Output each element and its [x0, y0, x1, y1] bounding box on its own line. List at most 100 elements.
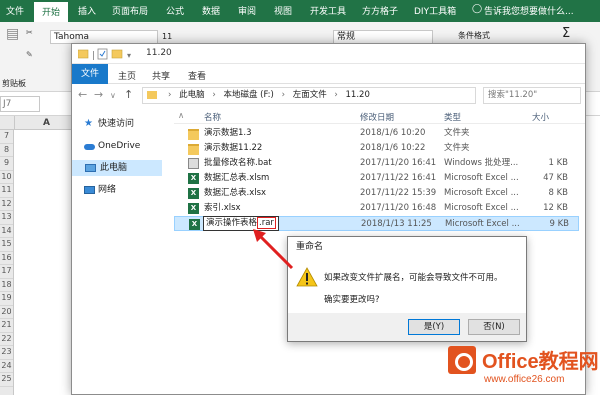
excel-tab-data[interactable]: 数据	[202, 4, 220, 17]
excel-tab-diy[interactable]: DIY工具箱	[414, 4, 456, 17]
column-header-type[interactable]: 类型	[444, 111, 461, 123]
font-name-box[interactable]: Tahoma	[50, 30, 158, 44]
explorer-tab-file[interactable]: 文件	[72, 64, 108, 84]
row-number[interactable]: 20	[0, 306, 13, 319]
file-type: 文件夹	[444, 143, 470, 153]
nav-item-label: OneDrive	[98, 141, 141, 151]
yes-button[interactable]: 是(Y)	[408, 319, 460, 335]
row-number[interactable]: 16	[0, 252, 13, 265]
paste-icon[interactable]: ▤	[6, 26, 19, 42]
nav-item-this-pc[interactable]: 此电脑	[72, 160, 162, 176]
row-number[interactable]: 19	[0, 292, 13, 306]
quick-access-toolbar[interactable]: | ▾	[77, 48, 140, 63]
explorer-ribbon: 文件 主页 共享 查看	[72, 64, 585, 84]
breadcrumb-chevron-icon: ›	[334, 90, 338, 100]
row-number[interactable]: 17	[0, 265, 13, 279]
row-number[interactable]: 9	[0, 157, 13, 171]
nav-item-onedrive[interactable]: OneDrive	[82, 138, 172, 154]
explorer-tab-share[interactable]: 共享	[152, 69, 170, 82]
explorer-tab-view[interactable]: 查看	[188, 69, 206, 82]
column-header-row: A	[0, 116, 78, 130]
folder-icon	[188, 129, 199, 140]
watermark: Office教程网 www.office26.com	[442, 340, 600, 395]
forward-arrow-icon[interactable]: →	[94, 88, 103, 101]
folder-icon	[188, 144, 199, 155]
file-row-renaming[interactable]: X 演示操作表格 .rar 2018/1/13 11:25 Microsoft E…	[174, 216, 579, 231]
svg-text:|: |	[92, 51, 95, 60]
row-number[interactable]: 18	[0, 279, 13, 292]
autosum-icon[interactable]: Σ	[562, 26, 570, 41]
nav-item-network[interactable]: 网络	[82, 182, 172, 198]
excel-tab-page-layout[interactable]: 页面布局	[112, 4, 148, 17]
row-number[interactable]: 21	[0, 319, 13, 333]
excel-tab-home[interactable]: 开始	[34, 2, 69, 22]
row-number[interactable]: 8	[0, 144, 13, 157]
nav-item-label: 快速访问	[98, 119, 135, 129]
back-arrow-icon[interactable]: ←	[78, 88, 87, 101]
excel-tab-view[interactable]: 视图	[274, 4, 292, 17]
file-size: 12 KB	[543, 203, 568, 213]
number-format-select[interactable]: 常规	[333, 30, 433, 44]
breadcrumb-chevron-icon: ›	[212, 90, 216, 100]
search-input[interactable]: 搜索"11.20"	[483, 87, 581, 104]
sort-chevron-icon: ∧	[178, 111, 185, 121]
rename-name-base: 演示操作表格	[206, 218, 258, 228]
excel-file-icon: X	[188, 188, 199, 199]
rename-dialog: 重命名 如果改变文件扩展名，可能会导致文件不可用。 确实要更改吗? 是(Y) 否…	[287, 236, 527, 342]
row-number[interactable]: 25	[0, 373, 13, 387]
column-header-name[interactable]: 名称	[204, 111, 221, 123]
row-number[interactable]: 10	[0, 171, 13, 184]
no-button[interactable]: 否(N)	[468, 319, 520, 335]
spreadsheet-grid[interactable]: A 7 8 9 10 11 12 13 14 15 16 17 18 19 20 21 22 23 24 25	[0, 116, 78, 395]
excel-tab-developer[interactable]: 开发工具	[310, 4, 346, 17]
explorer-window-title: 11.20	[146, 48, 172, 58]
row-number[interactable]: 24	[0, 360, 13, 373]
row-number[interactable]: 22	[0, 333, 13, 346]
row-number[interactable]: 23	[0, 346, 13, 360]
conditional-format-button[interactable]: 条件格式	[458, 30, 490, 41]
breadcrumb-local-disk[interactable]: 本地磁盘 (F:)	[223, 90, 273, 100]
excel-tab-fangfang[interactable]: 方方格子	[362, 4, 398, 17]
file-row[interactable]: 批量修改名称.bat 2017/11/20 16:41 Windows 批处理...…	[174, 156, 579, 171]
breadcrumb-current[interactable]: 11.20	[346, 90, 370, 100]
excel-ribbon-tabs: 文件 开始 插入 页面布局 公式 数据 审阅 视图 开发工具 方方格子 DIY工…	[0, 0, 600, 22]
row-number[interactable]: 11	[0, 184, 13, 198]
file-date: 2017/11/22 16:41	[360, 173, 437, 183]
name-box[interactable]: J7	[0, 96, 40, 112]
file-row[interactable]: 演示数据1.3 2018/1/6 10:20 文件夹	[174, 126, 579, 141]
excel-tab-formulas[interactable]: 公式	[166, 4, 184, 17]
breadcrumb-desktop-files[interactable]: 左面文件	[293, 90, 327, 100]
address-bar[interactable]: › 此电脑 › 本地磁盘 (F:) › 左面文件 › 11.20	[142, 87, 476, 104]
excel-tab-insert[interactable]: 插入	[78, 4, 96, 17]
watermark-url: www.office26.com	[484, 374, 565, 385]
file-row[interactable]: X 数据汇总表.xlsx 2017/11/22 15:39 Microsoft Exc…	[174, 186, 579, 201]
breadcrumb-this-pc[interactable]: 此电脑	[179, 90, 205, 100]
file-size: 8 KB	[548, 188, 568, 198]
column-header-date[interactable]: 修改日期	[360, 111, 394, 123]
file-date: 2018/1/6 10:22	[360, 143, 426, 153]
file-row[interactable]: X 数据汇总表.xlsm 2017/11/22 16:41 Microsoft Exc…	[174, 171, 579, 186]
rename-input[interactable]: 演示操作表格 .rar	[203, 216, 279, 231]
quick-access-icons: | ▾	[77, 48, 131, 61]
row-number[interactable]: 7	[0, 130, 13, 144]
row-number[interactable]: 15	[0, 238, 13, 252]
cut-icon[interactable]: ✂	[26, 28, 33, 37]
explorer-tab-home[interactable]: 主页	[118, 69, 136, 82]
excel-file-icon: X	[188, 173, 199, 184]
row-number[interactable]: 14	[0, 225, 13, 238]
row-number[interactable]: 13	[0, 211, 13, 225]
tell-me-box[interactable]: 告诉我您想要做什么...	[484, 4, 574, 17]
excel-tab-review[interactable]: 审阅	[238, 4, 256, 17]
font-size-box[interactable]: 11	[162, 32, 172, 41]
file-date: 2017/11/20 16:41	[360, 158, 437, 168]
file-row[interactable]: X 索引.xlsx 2017/11/20 16:48 Microsoft Excel …	[174, 201, 579, 216]
excel-tab-file[interactable]: 文件	[6, 4, 24, 17]
format-painter-icon[interactable]: ✎	[26, 50, 33, 59]
column-header-size[interactable]: 大小	[532, 111, 549, 123]
file-row[interactable]: 演示数据11.22 2018/1/6 10:22 文件夹	[174, 141, 579, 156]
row-number[interactable]: 12	[0, 198, 13, 211]
recent-chevron-icon[interactable]: ∨	[110, 91, 116, 100]
up-arrow-icon[interactable]: ↑	[124, 88, 133, 101]
column-header-a[interactable]: A	[14, 116, 78, 130]
nav-item-quick-access[interactable]: ★ 快速访问	[82, 116, 172, 132]
